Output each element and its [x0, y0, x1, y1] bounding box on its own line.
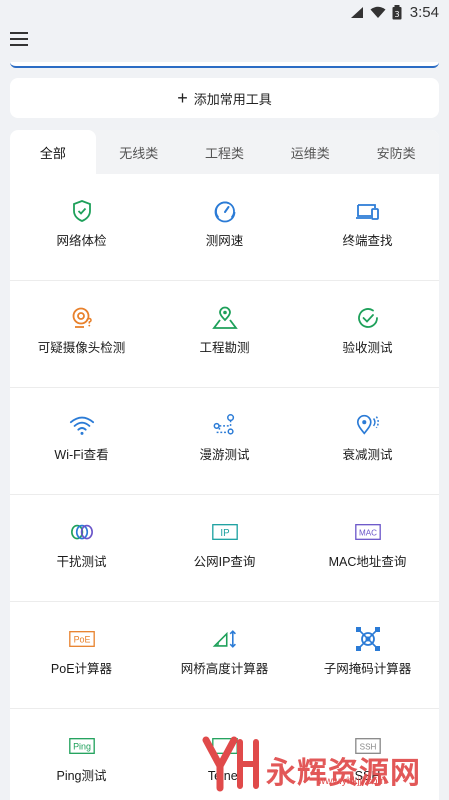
tool-device-finder[interactable]: 终端查找	[296, 174, 439, 281]
tool-public-ip-lookup[interactable]: IP 公网IP查询	[153, 495, 296, 602]
tab-all[interactable]: 全部	[10, 130, 96, 174]
tool-label: 网桥高度计算器	[180, 662, 269, 676]
tool-ping-test[interactable]: Ping Ping测试	[10, 709, 153, 800]
interference-rings-icon	[69, 519, 95, 545]
subnet-icon	[355, 626, 381, 652]
tool-bridge-height-calculator[interactable]: 网桥高度计算器	[153, 602, 296, 709]
top-search-area	[0, 24, 449, 68]
tools-card: 全部 无线类 工程类 运维类 安防类 网络体检 测网速 终端查找 可疑摄像头检测…	[10, 130, 439, 800]
plus-icon: +	[177, 88, 188, 108]
wifi-status-icon	[370, 6, 386, 18]
tool-label: Ping测试	[56, 769, 107, 783]
roaming-path-icon	[212, 412, 238, 438]
svg-text:PoE: PoE	[73, 635, 90, 645]
devices-icon	[355, 198, 381, 224]
tool-label: 验收测试	[342, 341, 393, 355]
svg-text:MAC: MAC	[358, 529, 376, 538]
check-circle-icon	[355, 305, 381, 331]
tab-wireless[interactable]: 无线类	[96, 130, 182, 174]
tool-label: 测网速	[205, 234, 244, 248]
svg-text:IP: IP	[220, 528, 229, 539]
tool-label: PoE计算器	[50, 662, 113, 676]
tool-speed-test[interactable]: 测网速	[153, 174, 296, 281]
mac-badge-icon: MAC	[354, 519, 381, 545]
shield-check-icon	[69, 198, 95, 224]
battery-icon: 3	[392, 4, 402, 19]
category-tabs: 全部 无线类 工程类 运维类 安防类	[10, 130, 439, 174]
ip-badge-icon: IP	[211, 519, 238, 545]
add-common-tools-label: 添加常用工具	[193, 91, 272, 107]
tool-subnet-mask-calculator[interactable]: 子网掩码计算器	[296, 602, 439, 709]
speedometer-icon	[212, 198, 238, 224]
ping-badge-icon: Ping	[68, 733, 95, 759]
tool-label: 工程勘测	[199, 341, 250, 355]
tool-suspicious-camera[interactable]: 可疑摄像头检测	[10, 281, 153, 388]
menu-icon[interactable]	[10, 32, 28, 48]
bridge-height-icon	[212, 626, 238, 652]
tools-grid: 网络体检 测网速 终端查找 可疑摄像头检测 工程勘测 验收测试 Wi-Fi查看 …	[10, 174, 439, 800]
tool-label: 子网掩码计算器	[323, 662, 412, 676]
status-bar: 3 3:54	[0, 0, 449, 24]
search-bar-edge[interactable]	[10, 62, 439, 68]
add-common-tools-button[interactable]: + 添加常用工具	[10, 78, 439, 118]
wifi-icon	[69, 412, 95, 438]
status-time: 3:54	[409, 3, 439, 21]
signal-location-icon	[355, 412, 381, 438]
tool-label: MAC地址查询	[328, 555, 407, 569]
tool-attenuation-test[interactable]: 衰减测试	[296, 388, 439, 495]
tool-wifi-view[interactable]: Wi-Fi查看	[10, 388, 153, 495]
watermark: 永辉资源网 www.yhkjjj.com	[200, 736, 421, 792]
tab-operations[interactable]: 运维类	[267, 130, 353, 174]
tool-label: 公网IP查询	[193, 555, 256, 569]
tool-label: 衰减测试	[342, 448, 393, 462]
tool-interference-test[interactable]: 干扰测试	[10, 495, 153, 602]
signal-icon	[350, 6, 363, 18]
tool-acceptance-test[interactable]: 验收测试	[296, 281, 439, 388]
tab-security[interactable]: 安防类	[353, 130, 439, 174]
tool-roaming-test[interactable]: 漫游测试	[153, 388, 296, 495]
tool-label: 网络体检	[56, 234, 107, 248]
tool-mac-lookup[interactable]: MAC MAC地址查询	[296, 495, 439, 602]
tool-label: 干扰测试	[56, 555, 107, 569]
watermark-url: www.yhkjjj.com	[318, 776, 386, 787]
tool-engineering-survey[interactable]: 工程勘测	[153, 281, 296, 388]
tool-poe-calculator[interactable]: PoE PoE计算器	[10, 602, 153, 709]
svg-text:3: 3	[394, 10, 399, 19]
watermark-logo-icon	[202, 736, 259, 792]
svg-text:Ping: Ping	[73, 742, 91, 752]
map-pin-icon	[211, 305, 238, 331]
tool-network-checkup[interactable]: 网络体检	[10, 174, 153, 281]
camera-suspicious-icon	[69, 305, 95, 331]
poe-badge-icon: PoE	[68, 626, 95, 652]
tab-engineering[interactable]: 工程类	[182, 130, 268, 174]
tool-label: Wi-Fi查看	[54, 448, 109, 462]
tool-label: 可疑摄像头检测	[37, 341, 126, 355]
tool-label: 漫游测试	[199, 448, 250, 462]
tool-label: 终端查找	[342, 234, 393, 248]
